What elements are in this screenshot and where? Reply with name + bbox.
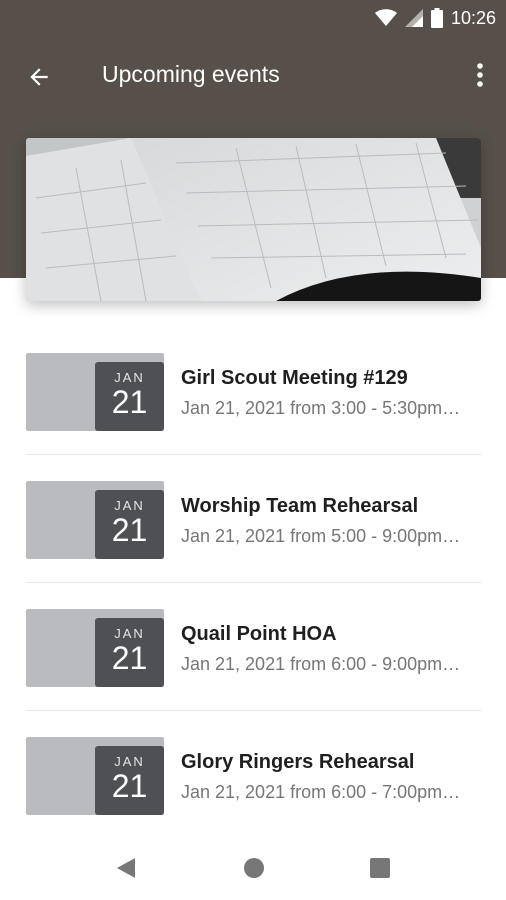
- date-badge: JAN 21: [95, 746, 164, 815]
- event-subtitle: Jan 21, 2021 from 6:00 - 9:00pm…: [181, 654, 461, 674]
- date-badge: JAN 21: [95, 362, 164, 431]
- recents-square-icon: [370, 858, 390, 878]
- date-badge: JAN 21: [95, 490, 164, 559]
- app-bar: Upcoming events: [0, 48, 506, 104]
- event-title: Worship Team Rehearsal: [181, 495, 419, 517]
- wifi-icon: [374, 9, 397, 26]
- date-day: 21: [111, 512, 148, 548]
- date-month: JAN: [114, 626, 145, 641]
- back-triangle-icon: [117, 858, 135, 878]
- date-month: JAN: [114, 498, 145, 513]
- calendar-photo: [26, 138, 481, 301]
- event-title: Girl Scout Meeting #129: [181, 367, 408, 389]
- event-item[interactable]: JAN 21 Glory Ringers Rehearsal Jan 21, 2…: [26, 711, 481, 839]
- event-title: Glory Ringers Rehearsal: [181, 751, 415, 773]
- event-subtitle: Jan 21, 2021 from 6:00 - 7:00pm…: [181, 782, 461, 802]
- event-item[interactable]: JAN 21 Quail Point HOA Jan 21, 2021 from…: [26, 583, 481, 711]
- date-day: 21: [111, 384, 148, 420]
- status-time: 10:26: [450, 7, 496, 28]
- system-nav-bar: [0, 836, 506, 900]
- status-bar: 10:26: [0, 0, 506, 36]
- page-title: Upcoming events: [102, 61, 280, 87]
- event-list: JAN 21 Girl Scout Meeting #129 Jan 21, 2…: [26, 327, 481, 839]
- date-day: 21: [111, 640, 148, 676]
- arrow-left-icon: [30, 68, 48, 86]
- event-subtitle: Jan 21, 2021 from 3:00 - 5:30pm…: [181, 398, 461, 418]
- date-month: JAN: [114, 754, 145, 769]
- date-day: 21: [111, 768, 148, 804]
- signal-icon: [404, 9, 423, 27]
- nav-back-button[interactable]: [112, 854, 140, 882]
- event-item[interactable]: JAN 21 Girl Scout Meeting #129 Jan 21, 2…: [26, 327, 481, 455]
- back-button[interactable]: [22, 60, 56, 94]
- date-month: JAN: [114, 370, 145, 385]
- event-subtitle: Jan 21, 2021 from 5:00 - 9:00pm…: [181, 526, 461, 546]
- battery-icon: [430, 8, 443, 28]
- home-circle-icon: [244, 858, 264, 878]
- event-title: Quail Point HOA: [181, 623, 337, 645]
- nav-recents-button[interactable]: [366, 854, 394, 882]
- nav-home-button[interactable]: [240, 854, 268, 882]
- event-item[interactable]: JAN 21 Worship Team Rehearsal Jan 21, 20…: [26, 455, 481, 583]
- more-vert-icon: [477, 63, 483, 87]
- date-badge: JAN 21: [95, 618, 164, 687]
- more-options-button[interactable]: [468, 58, 492, 92]
- banner-image: [26, 138, 481, 301]
